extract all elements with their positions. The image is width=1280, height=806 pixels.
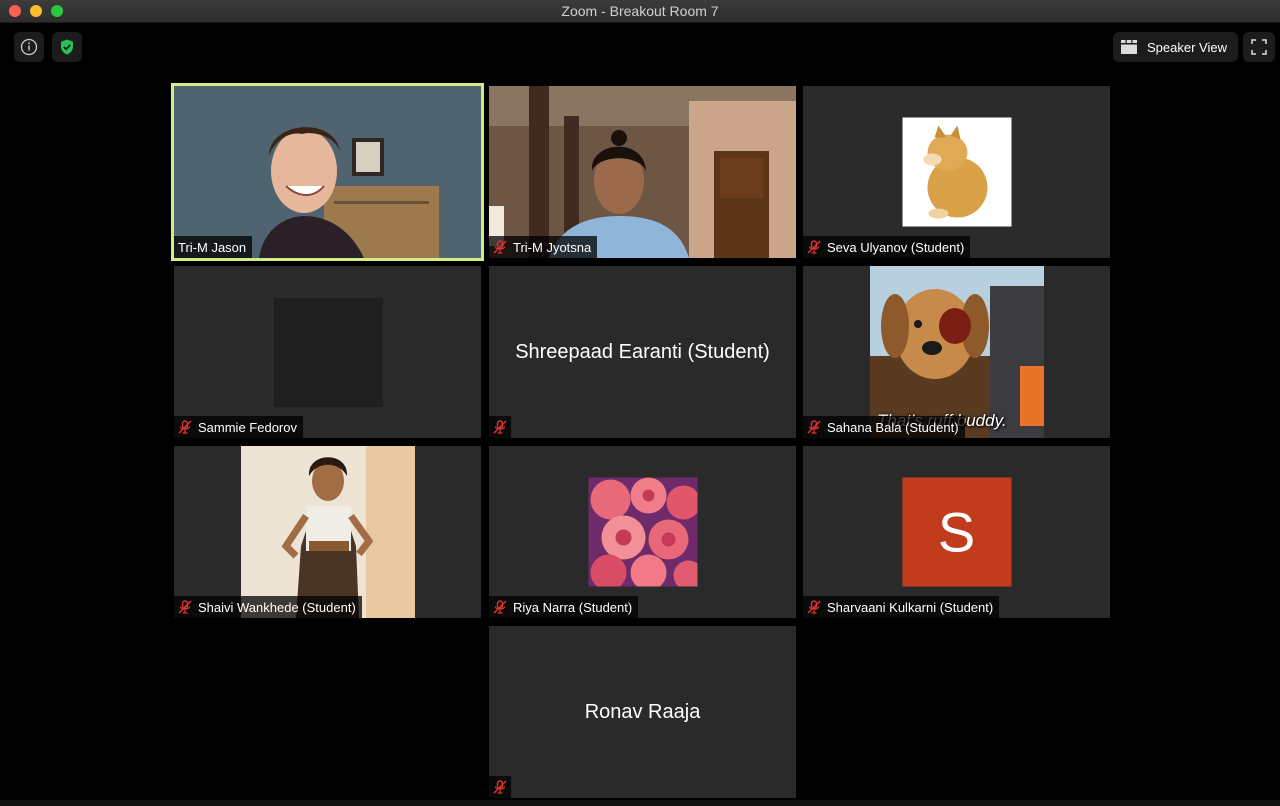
participant-name-bar: Tri-M Jason (174, 236, 253, 258)
participant-tile[interactable]: That's ruff buddy. Sahana Bala (Student) (803, 266, 1110, 438)
encryption-status-button[interactable] (52, 32, 82, 62)
participant-tile[interactable]: Tri-M Jyotsna (489, 86, 796, 258)
window-title: Zoom - Breakout Room 7 (561, 3, 719, 19)
letter-avatar: S (902, 477, 1011, 587)
muted-mic-icon (493, 240, 507, 254)
participant-tile[interactable]: Sammie Fedorov (174, 266, 481, 438)
speaker-view-button[interactable]: Speaker View (1113, 32, 1238, 62)
participant-name: Riya Narra (Student) (513, 599, 633, 615)
info-icon (20, 38, 38, 56)
participant-name-bar: Sharvaani Kulkarni (Student) (803, 596, 1000, 618)
participant-name: Sahana Bala (Student) (827, 419, 959, 435)
participant-tile[interactable]: S Sharvaani Kulkarni (Student) (803, 446, 1110, 618)
profile-picture (588, 477, 697, 587)
muted-mic-icon (178, 420, 192, 434)
participant-name-bar: Sahana Bala (Student) (803, 416, 965, 438)
fullscreen-button[interactable] (1243, 32, 1275, 62)
participant-name-bar: Riya Narra (Student) (489, 596, 639, 618)
muted-mic-icon (807, 420, 821, 434)
participant-tile[interactable]: Tri-M Jason (171, 83, 484, 261)
participant-name-bar: Sammie Fedorov (174, 416, 303, 438)
participant-tile[interactable]: Shaivi Wankhede (Student) (174, 446, 481, 618)
muted-mic-icon (493, 780, 507, 794)
muted-mic-icon (493, 600, 507, 614)
muted-mic-icon (493, 420, 507, 434)
speaker-view-label: Speaker View (1147, 39, 1227, 55)
participant-display-name: Ronav Raaja (584, 700, 701, 723)
window-titlebar: Zoom - Breakout Room 7 (0, 0, 1280, 23)
shield-check-icon (61, 39, 73, 55)
participant-display-name: Shreepaad Earanti (Student) (515, 340, 770, 363)
profile-picture (902, 117, 1011, 227)
participant-video (174, 86, 481, 258)
participant-name-bar: Shaivi Wankhede (Student) (174, 596, 362, 618)
participant-name: Tri-M Jyotsna (513, 239, 592, 255)
participant-name-bar (489, 416, 511, 438)
profile-picture (274, 298, 383, 407)
participant-name: Sharvaani Kulkarni (Student) (827, 599, 994, 615)
muted-mic-icon (807, 600, 821, 614)
meeting-info-button[interactable] (14, 32, 44, 62)
muted-mic-icon (807, 240, 821, 254)
participant-name: Sammie Fedorov (198, 419, 297, 435)
participant-tile[interactable]: Ronav Raaja (489, 626, 796, 798)
participant-name: Tri-M Jason (178, 239, 247, 255)
participant-tile[interactable]: Seva Ulyanov (Student) (803, 86, 1110, 258)
participant-name-bar (489, 776, 511, 798)
participant-tile[interactable]: Shreepaad Earanti (Student) (489, 266, 796, 438)
muted-mic-icon (178, 600, 192, 614)
participant-tile[interactable]: Riya Narra (Student) (489, 446, 796, 618)
profile-picture (241, 446, 415, 618)
participant-name: Seva Ulyanov (Student) (827, 239, 965, 255)
participant-name: Shaivi Wankhede (Student) (198, 599, 356, 615)
speaker-view-icon (1121, 40, 1137, 54)
fullscreen-icon (1251, 39, 1267, 55)
participant-name-bar: Tri-M Jyotsna (489, 236, 598, 258)
window-bottom-edge (0, 800, 1280, 806)
participant-video (489, 86, 796, 258)
participant-name-bar: Seva Ulyanov (Student) (803, 236, 971, 258)
